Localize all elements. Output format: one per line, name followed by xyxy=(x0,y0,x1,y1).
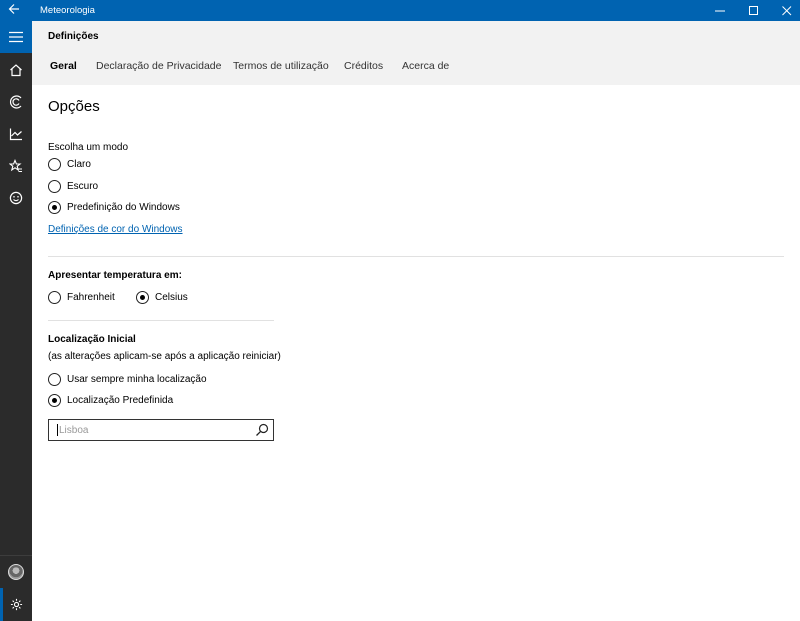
location-note: (as alterações aplicam-se após a aplicaç… xyxy=(48,351,281,362)
favorites-icon xyxy=(9,159,22,173)
radio-localizacao-predefinida[interactable]: Localização Predefinida xyxy=(48,394,173,407)
sidebar-item-forecast[interactable] xyxy=(0,86,32,118)
avatar[interactable] xyxy=(8,564,24,580)
sidebar-item-favorites[interactable] xyxy=(0,150,32,182)
radio-circle xyxy=(48,291,61,304)
sidebar xyxy=(0,21,32,621)
window-title: Meteorologia xyxy=(40,5,95,16)
header: Definições Geral Declaração de Privacida… xyxy=(32,21,800,85)
radio-circle xyxy=(48,394,61,407)
temperature-label: Apresentar temperatura em: xyxy=(48,270,182,281)
tab-geral[interactable]: Geral xyxy=(50,60,77,72)
tab-acerca[interactable]: Acerca de xyxy=(402,60,449,72)
section-title: Opções xyxy=(48,98,100,115)
radio-circle xyxy=(136,291,149,304)
tab-termos[interactable]: Termos de utilização xyxy=(233,60,329,72)
tab-privacidade[interactable]: Declaração de Privacidade xyxy=(96,60,222,72)
sidebar-item-feedback[interactable] xyxy=(0,182,32,214)
location-label: Localização Inicial xyxy=(48,334,136,345)
forecast-icon xyxy=(10,95,22,109)
minimize-button[interactable] xyxy=(703,0,737,21)
location-search-input[interactable]: Lisboa xyxy=(48,419,274,441)
maximize-icon xyxy=(749,6,758,15)
close-button[interactable] xyxy=(770,0,800,21)
radio-circle xyxy=(48,158,61,171)
radio-claro[interactable]: Claro xyxy=(48,158,91,171)
radio-usar-minha-localizacao[interactable]: Usar sempre minha localização xyxy=(48,373,207,386)
radio-label: Celsius xyxy=(155,292,188,303)
feedback-icon xyxy=(9,191,23,205)
radio-circle xyxy=(48,201,61,214)
radio-label: Escuro xyxy=(67,181,99,192)
radio-label: Localização Predefinida xyxy=(67,395,174,406)
windows-color-settings-link[interactable]: Definições de cor do Windows xyxy=(48,224,183,235)
radio-label: Fahrenheit xyxy=(67,292,115,303)
close-icon xyxy=(782,6,792,16)
radio-label: Predefinição do Windows xyxy=(67,202,180,213)
radio-label: Usar sempre minha localização xyxy=(67,374,207,385)
page-title: Definições xyxy=(48,31,99,42)
menu-icon xyxy=(9,31,23,43)
radio-label: Claro xyxy=(67,159,91,170)
sidebar-item-home[interactable] xyxy=(0,54,32,86)
chart-icon xyxy=(9,128,22,141)
maximize-button[interactable] xyxy=(737,0,771,21)
active-indicator xyxy=(0,588,3,621)
minimize-icon xyxy=(715,10,725,12)
sidebar-item-settings[interactable] xyxy=(0,588,32,621)
mode-label: Escolha um modo xyxy=(48,142,129,153)
divider xyxy=(48,320,274,321)
settings-content: Opções Escolha um modo Claro Escuro Pred… xyxy=(32,85,800,621)
divider xyxy=(48,256,784,257)
menu-button[interactable] xyxy=(0,21,32,53)
radio-fahrenheit[interactable]: Fahrenheit xyxy=(48,291,115,304)
radio-circle xyxy=(48,180,61,193)
radio-celsius[interactable]: Celsius xyxy=(136,291,188,304)
radio-escuro[interactable]: Escuro xyxy=(48,180,98,193)
text-caret xyxy=(57,424,58,436)
search-value: Lisboa xyxy=(59,425,89,436)
radio-circle xyxy=(48,373,61,386)
sidebar-item-charts[interactable] xyxy=(0,118,32,150)
settings-icon xyxy=(10,598,23,611)
search-icon[interactable] xyxy=(255,423,269,437)
home-icon xyxy=(10,64,22,77)
back-arrow-icon[interactable] xyxy=(8,3,24,17)
radio-predefinicao-windows[interactable]: Predefinição do Windows xyxy=(48,201,180,214)
title-bar: Meteorologia xyxy=(0,0,800,21)
tab-creditos[interactable]: Créditos xyxy=(344,60,383,72)
sidebar-divider xyxy=(0,555,32,556)
